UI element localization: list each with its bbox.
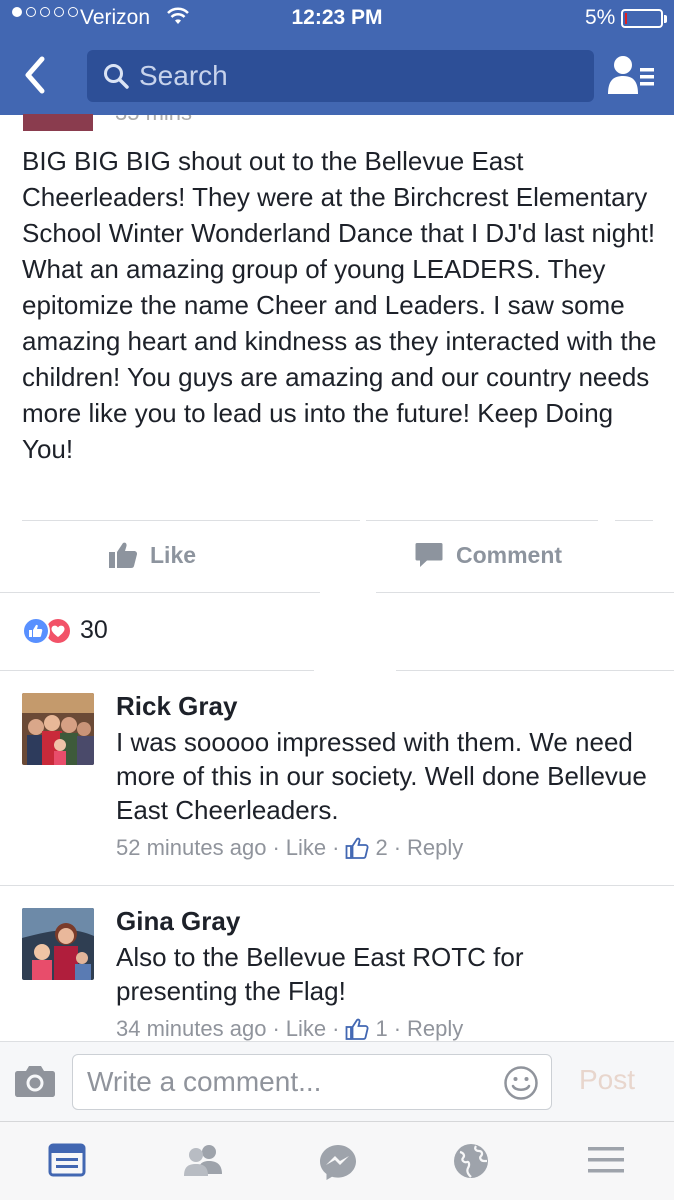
divider bbox=[0, 670, 314, 671]
comment-like-button[interactable]: Like bbox=[286, 835, 326, 861]
post-button[interactable]: Post bbox=[579, 1064, 635, 1096]
clock: 12:23 PM bbox=[291, 6, 383, 29]
commenter-name[interactable]: Gina Gray bbox=[116, 906, 240, 937]
comment-text: Also to the Bellevue East ROTC for prese… bbox=[116, 942, 524, 1006]
comment-reply-button[interactable]: Reply bbox=[407, 835, 463, 861]
comment-button[interactable]: Comment bbox=[414, 540, 562, 570]
separator-dot: · bbox=[272, 835, 280, 860]
comment-reply-button[interactable]: Reply bbox=[407, 1016, 463, 1042]
friends-icon bbox=[184, 1145, 222, 1176]
reaction-count: 30 bbox=[80, 616, 108, 644]
status-bar: Verizon 12:23 PM 5% bbox=[0, 0, 674, 38]
separator-dot: · bbox=[393, 835, 402, 860]
comment-bubble-icon bbox=[415, 543, 443, 567]
thumbs-up-outline-icon bbox=[346, 837, 369, 859]
search-icon bbox=[103, 63, 129, 94]
comment-label: Comment bbox=[456, 541, 563, 568]
back-button[interactable] bbox=[20, 53, 60, 98]
comment-meta: 52 minutes ago · Like · 2 · Reply bbox=[116, 835, 463, 861]
comment-text: I was sooooo impressed with them. We nee… bbox=[116, 727, 647, 825]
top-header: Verizon 12:23 PM 5% Search bbox=[0, 0, 674, 115]
comment-input[interactable]: Write a comment... bbox=[72, 1054, 552, 1110]
battery-icon bbox=[621, 9, 667, 28]
divider bbox=[615, 520, 653, 521]
post-author-avatar[interactable] bbox=[23, 114, 93, 131]
battery-percent: 5% bbox=[585, 6, 616, 29]
divider bbox=[22, 520, 360, 521]
notifications-globe-icon bbox=[454, 1144, 488, 1178]
comment-time: 52 minutes ago bbox=[116, 835, 267, 860]
emoji-button[interactable] bbox=[503, 1065, 539, 1106]
commenter-name[interactable]: Rick Gray bbox=[116, 691, 237, 722]
thumbs-up-icon bbox=[109, 542, 138, 568]
thumbs-up-outline-icon bbox=[346, 1018, 369, 1040]
camera-icon bbox=[15, 1066, 55, 1097]
back-arrow-icon bbox=[25, 56, 45, 94]
comment-meta: 34 minutes ago · Like · 1 · Reply bbox=[116, 1016, 463, 1042]
divider bbox=[396, 670, 674, 671]
friend-requests-icon bbox=[608, 56, 654, 94]
tab-news-feed[interactable] bbox=[48, 1142, 88, 1182]
comment-time: 34 minutes ago bbox=[116, 1016, 267, 1041]
friend-requests-button[interactable] bbox=[606, 54, 658, 98]
tab-menu[interactable] bbox=[586, 1142, 626, 1182]
divider bbox=[366, 520, 598, 521]
separator-dot: · bbox=[393, 1016, 402, 1041]
messenger-icon bbox=[320, 1145, 356, 1180]
avatar-photo-icon bbox=[22, 908, 94, 980]
tab-messenger[interactable] bbox=[318, 1142, 358, 1182]
smiley-icon bbox=[504, 1066, 538, 1100]
commenter-avatar[interactable] bbox=[22, 693, 94, 765]
separator-dot: · bbox=[332, 1016, 340, 1041]
camera-button[interactable] bbox=[14, 1064, 56, 1103]
avatar-photo-icon bbox=[22, 693, 94, 765]
divider bbox=[0, 592, 320, 593]
like-label: Like bbox=[150, 541, 197, 568]
divider bbox=[0, 885, 674, 886]
menu-icon bbox=[588, 1147, 624, 1173]
bottom-tab-bar bbox=[0, 1121, 674, 1200]
search-input[interactable]: Search bbox=[87, 50, 594, 102]
comment-like-button[interactable]: Like bbox=[286, 1016, 326, 1042]
news-feed-icon bbox=[48, 1143, 86, 1177]
comment-like-count: 1 bbox=[375, 1016, 388, 1041]
comment-placeholder: Write a comment... bbox=[87, 1066, 322, 1097]
commenter-avatar[interactable] bbox=[22, 908, 94, 980]
like-reaction-icon bbox=[22, 616, 50, 645]
search-placeholder: Search bbox=[139, 60, 228, 91]
separator-dot: · bbox=[272, 1016, 280, 1041]
post-body-text: BIG BIG BIG shout out to the Bellevue Ea… bbox=[22, 146, 657, 464]
reactions-summary[interactable]: 30 bbox=[22, 616, 108, 645]
divider bbox=[376, 592, 674, 593]
comment-composer: Write a comment... Post bbox=[0, 1041, 674, 1121]
tab-friends[interactable] bbox=[182, 1142, 222, 1182]
tab-notifications[interactable] bbox=[452, 1142, 492, 1182]
comment-like-count: 2 bbox=[375, 835, 388, 860]
separator-dot: · bbox=[332, 835, 340, 860]
like-button[interactable]: Like bbox=[108, 540, 196, 570]
